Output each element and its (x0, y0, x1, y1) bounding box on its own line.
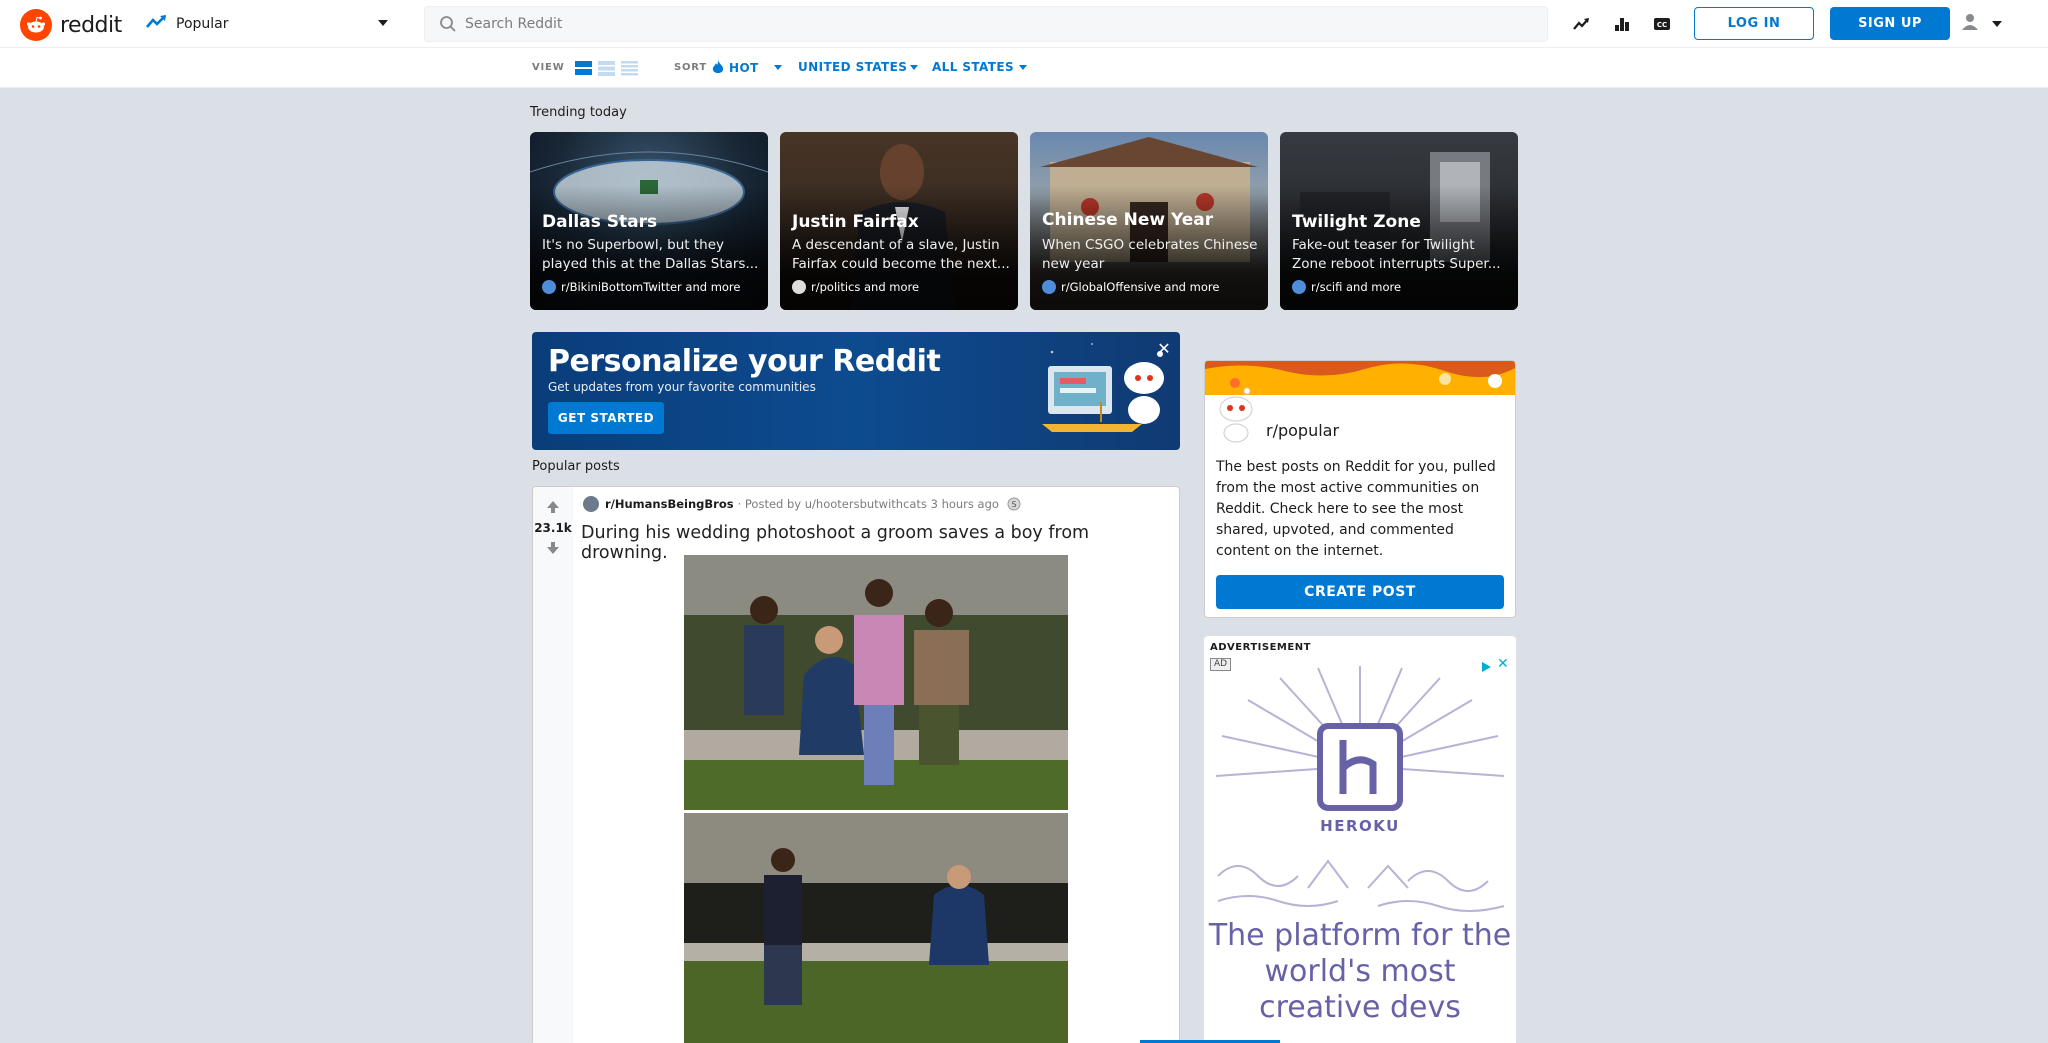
logo-text: reddit (60, 12, 122, 38)
svg-text:CC: CC (1657, 21, 1667, 29)
posted-by: · Posted by u/hootersbutwithcats 3 hours… (737, 497, 999, 511)
trending-card-sub-text: r/scifi and more (1311, 280, 1402, 294)
subreddit-icon (542, 280, 556, 294)
close-icon[interactable]: ✕ (1156, 339, 1172, 358)
trending-card-desc: Fake-out teaser for Twilight Zone reboot… (1292, 237, 1501, 272)
trending-card[interactable]: Chinese New Year When CSGO celebrates Ch… (1030, 132, 1268, 310)
sort-label: SORT (674, 62, 707, 73)
banner-title: Personalize your Reddit (548, 344, 941, 379)
ad-brand: HEROKU (1320, 817, 1400, 835)
get-started-button[interactable]: GET STARTED (548, 402, 664, 434)
trending-card-desc: When CSGO celebrates Chinese new year (1042, 237, 1258, 272)
user-dropdown[interactable] (1960, 12, 2010, 36)
trending-card-title: Chinese New Year (1042, 210, 1214, 230)
trending-card-desc: It's no Superbowl, but they played this … (542, 237, 759, 272)
trending-card[interactable]: Dallas Stars It's no Superbowl, but they… (530, 132, 768, 310)
chevron-down-icon (1992, 21, 2002, 27)
award-icon: S (1007, 497, 1021, 511)
signup-button[interactable]: SIGN UP (1830, 7, 1950, 40)
sort-bar: VIEW SORT HOT UNITED STATES ALL STATES (0, 48, 2048, 88)
ad-label: ADVERTISEMENT (1210, 642, 1311, 653)
compact-view-icon[interactable] (621, 61, 638, 76)
post-meta: r/HumansBeingBros · Posted by u/hootersb… (583, 496, 1021, 512)
trending-card-desc: A descendant of a slave, Justin Fairfax … (792, 237, 1010, 272)
trending-card-subreddit: r/BikiniBottomTwitter and more (542, 280, 741, 294)
user-icon (1960, 12, 1980, 36)
svg-text:S: S (1011, 500, 1016, 509)
personalize-banner: Personalize your Reddit Get updates from… (532, 332, 1180, 450)
sort-value: HOT (729, 60, 759, 75)
search-bar[interactable] (424, 6, 1548, 42)
vote-column: 23.1k (533, 487, 573, 1043)
snoo-icon (20, 9, 52, 41)
chevron-down-icon (910, 65, 918, 70)
popular-posts-title: Popular posts (532, 459, 620, 474)
trending-icon[interactable] (1570, 12, 1594, 36)
trending-card-sub-text: r/GlobalOffensive and more (1061, 280, 1220, 294)
sort-hot-dropdown[interactable]: HOT (712, 60, 759, 75)
ad-text: The platform for the world's most creati… (1208, 918, 1512, 1025)
trending-card-subreddit: r/scifi and more (1292, 280, 1401, 294)
captions-icon[interactable]: CC (1650, 12, 1674, 36)
trending-card-subreddit: r/GlobalOffensive and more (1042, 280, 1219, 294)
subreddit-icon (792, 280, 806, 294)
subreddit-icon (1292, 280, 1306, 294)
region-dropdown[interactable]: UNITED STATES (798, 60, 907, 74)
subreddit-link[interactable]: r/HumansBeingBros (605, 497, 734, 511)
trending-arrow-icon (146, 14, 168, 34)
community-card: r/popular The best posts on Reddit for y… (1204, 360, 1516, 618)
trending-card-title: Justin Fairfax (792, 212, 919, 232)
view-label: VIEW (532, 62, 565, 73)
close-icon[interactable]: ✕ (1497, 656, 1509, 672)
post-score: 23.1k (534, 521, 572, 535)
trending-card-subreddit: r/politics and more (792, 280, 919, 294)
flame-icon (712, 60, 724, 75)
chevron-down-icon (1019, 65, 1027, 70)
upvote-icon[interactable] (546, 499, 560, 518)
chevron-down-icon (378, 20, 388, 26)
subreddit-icon (1042, 280, 1056, 294)
feed-selector[interactable]: Popular (146, 8, 398, 40)
stats-icon[interactable] (1610, 12, 1634, 36)
classic-view-icon[interactable] (598, 61, 615, 76)
downvote-icon[interactable] (546, 540, 560, 559)
top-header: reddit Popular CC LOG IN SIGN UP (0, 0, 2048, 48)
post-image[interactable] (684, 555, 1068, 1043)
search-input[interactable] (465, 16, 1465, 32)
trending-card[interactable]: Twilight Zone Fake-out teaser for Twilig… (1280, 132, 1518, 310)
advertisement-card[interactable]: ADVERTISEMENT AD ✕ HEROKU The platform f… (1204, 636, 1516, 1043)
trending-card-sub-text: r/politics and more (811, 280, 920, 294)
create-post-button[interactable]: CREATE POST (1216, 575, 1504, 609)
ad-tag: AD (1210, 658, 1232, 671)
trending-card-sub-text: r/BikiniBottomTwitter and more (561, 280, 741, 294)
community-description: The best posts on Reddit for you, pulled… (1216, 459, 1496, 559)
card-view-icon[interactable] (575, 61, 592, 76)
trending-card-title: Twilight Zone (1292, 212, 1421, 232)
post-card[interactable]: 23.1k r/HumansBeingBros · Posted by u/ho… (532, 486, 1180, 1043)
chevron-down-icon (774, 65, 782, 70)
snoo-avatar-icon (1215, 387, 1257, 447)
states-value: ALL STATES (932, 60, 1015, 74)
banner-subtitle: Get updates from your favorite communiti… (548, 380, 816, 394)
trending-title: Trending today (530, 105, 627, 120)
states-dropdown[interactable]: ALL STATES (932, 60, 1014, 74)
trending-card-title: Dallas Stars (542, 212, 658, 232)
feed-label: Popular (176, 16, 229, 32)
subreddit-avatar[interactable] (583, 496, 599, 512)
region-value: UNITED STATES (798, 60, 908, 74)
trending-card[interactable]: Justin Fairfax A descendant of a slave, … (780, 132, 1018, 310)
adchoices-icon[interactable] (1480, 658, 1492, 677)
search-icon (439, 15, 457, 33)
login-button[interactable]: LOG IN (1694, 7, 1814, 40)
reddit-logo[interactable]: reddit (20, 9, 122, 41)
community-name: r/popular (1266, 421, 1340, 440)
